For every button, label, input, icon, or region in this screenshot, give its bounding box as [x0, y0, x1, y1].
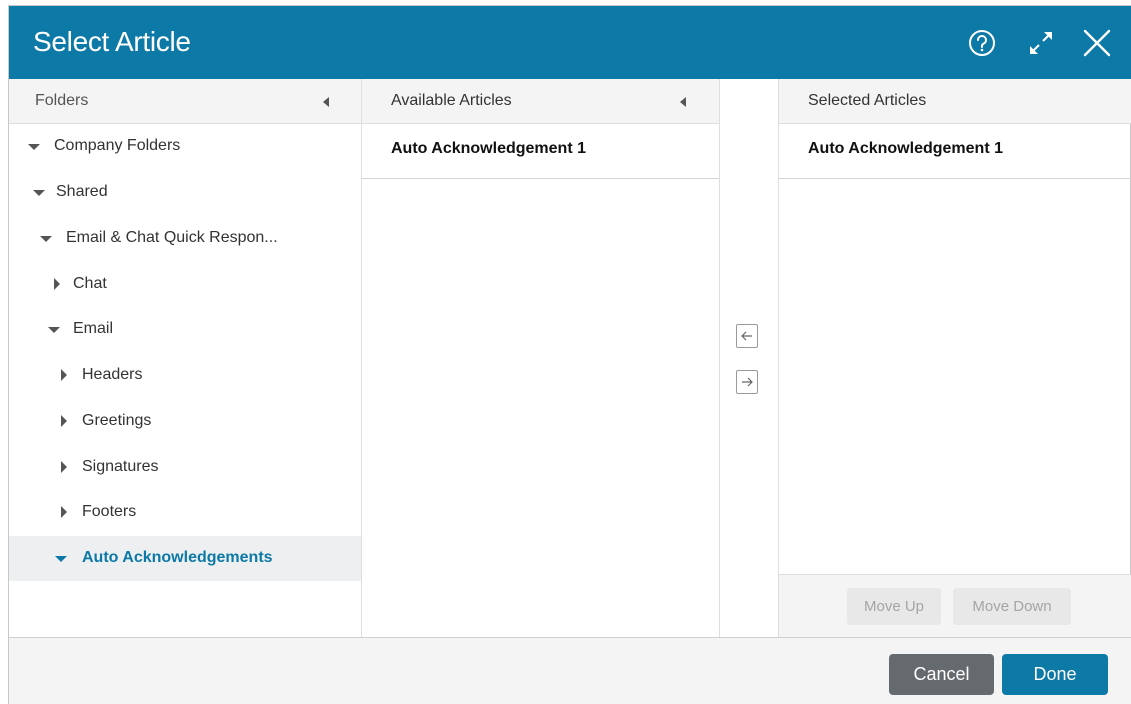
- move-up-button[interactable]: Move Up: [847, 588, 941, 625]
- dialog-title: Select Article: [33, 26, 191, 57]
- folders-pane: Folders Company Folders Shared Email & C…: [9, 79, 362, 637]
- collapsed-caret-icon: [54, 278, 60, 290]
- tree-item-footers[interactable]: Footers: [9, 490, 361, 535]
- collapsed-caret-icon: [61, 415, 67, 427]
- close-icon[interactable]: [1082, 28, 1112, 58]
- expanded-caret-icon: [48, 327, 60, 333]
- tree-item-label: Shared: [56, 183, 108, 200]
- expanded-caret-icon: [33, 190, 45, 196]
- move-left-button[interactable]: [736, 324, 758, 348]
- tree-item-label: Email: [73, 320, 114, 337]
- tree-item-greetings[interactable]: Greetings: [9, 399, 361, 444]
- done-button[interactable]: Done: [1002, 654, 1108, 695]
- transfer-controls: [720, 79, 778, 637]
- tree-item-email-chat-quick-responses[interactable]: Email & Chat Quick Respon...: [9, 216, 361, 261]
- move-down-button[interactable]: Move Down: [953, 588, 1071, 625]
- tree-item-label: Company Folders: [54, 137, 181, 154]
- selected-articles-header-label: Selected Articles: [808, 92, 927, 109]
- tree-item-company-folders[interactable]: Company Folders: [9, 124, 361, 169]
- tree-item-headers[interactable]: Headers: [9, 353, 361, 398]
- article-label: Auto Acknowledgement 1: [808, 140, 1003, 157]
- collapsed-caret-icon: [61, 369, 67, 381]
- tree-item-label: Email & Chat Quick Respon...: [66, 229, 278, 246]
- tree-item-label: Greetings: [82, 412, 152, 429]
- arrow-left-icon: [741, 331, 752, 341]
- selected-articles-pane: Selected Articles Auto Acknowledgement 1…: [778, 79, 1131, 637]
- collapsed-caret-icon: [61, 506, 67, 518]
- available-article-item[interactable]: Auto Acknowledgement 1: [362, 124, 719, 179]
- selected-article-item[interactable]: Auto Acknowledgement 1: [779, 124, 1131, 179]
- expanded-caret-icon: [40, 236, 52, 242]
- collapsed-caret-icon: [61, 461, 67, 473]
- tree-item-email[interactable]: Email: [9, 307, 361, 352]
- dialog-titlebar: Select Article: [9, 6, 1131, 79]
- select-article-dialog: Select Article Folders Company Folders S…: [8, 5, 1131, 704]
- available-articles-pane: Available Articles Auto Acknowledgement …: [362, 79, 720, 637]
- tree-item-signatures[interactable]: Signatures: [9, 445, 361, 490]
- tree-item-auto-acknowledgements[interactable]: Auto Acknowledgements: [9, 536, 361, 581]
- collapse-folders-icon[interactable]: [323, 97, 329, 107]
- tree-item-label: Footers: [82, 503, 137, 520]
- folders-header: Folders: [9, 79, 361, 124]
- tree-item-shared[interactable]: Shared: [9, 170, 361, 215]
- move-right-button[interactable]: [736, 370, 758, 394]
- expand-icon[interactable]: [1026, 28, 1056, 58]
- cancel-button[interactable]: Cancel: [889, 654, 994, 695]
- available-articles-header: Available Articles: [362, 79, 719, 124]
- available-articles-header-label: Available Articles: [391, 92, 512, 109]
- folders-header-label: Folders: [35, 92, 89, 109]
- expanded-caret-icon: [55, 556, 67, 562]
- help-icon[interactable]: [967, 28, 997, 58]
- tree-item-chat[interactable]: Chat: [9, 262, 361, 307]
- tree-item-label: Auto Acknowledgements: [82, 549, 273, 566]
- tree-item-label: Signatures: [82, 458, 159, 475]
- reorder-controls: Move Up Move Down: [779, 574, 1131, 637]
- article-label: Auto Acknowledgement 1: [391, 140, 586, 157]
- selected-articles-header: Selected Articles: [779, 79, 1131, 124]
- tree-item-label: Headers: [82, 366, 143, 383]
- collapse-available-icon[interactable]: [680, 97, 686, 107]
- tree-item-label: Chat: [73, 275, 107, 292]
- arrow-right-icon: [742, 377, 753, 387]
- dialog-footer: Cancel Done: [9, 637, 1131, 704]
- expanded-caret-icon: [28, 144, 40, 150]
